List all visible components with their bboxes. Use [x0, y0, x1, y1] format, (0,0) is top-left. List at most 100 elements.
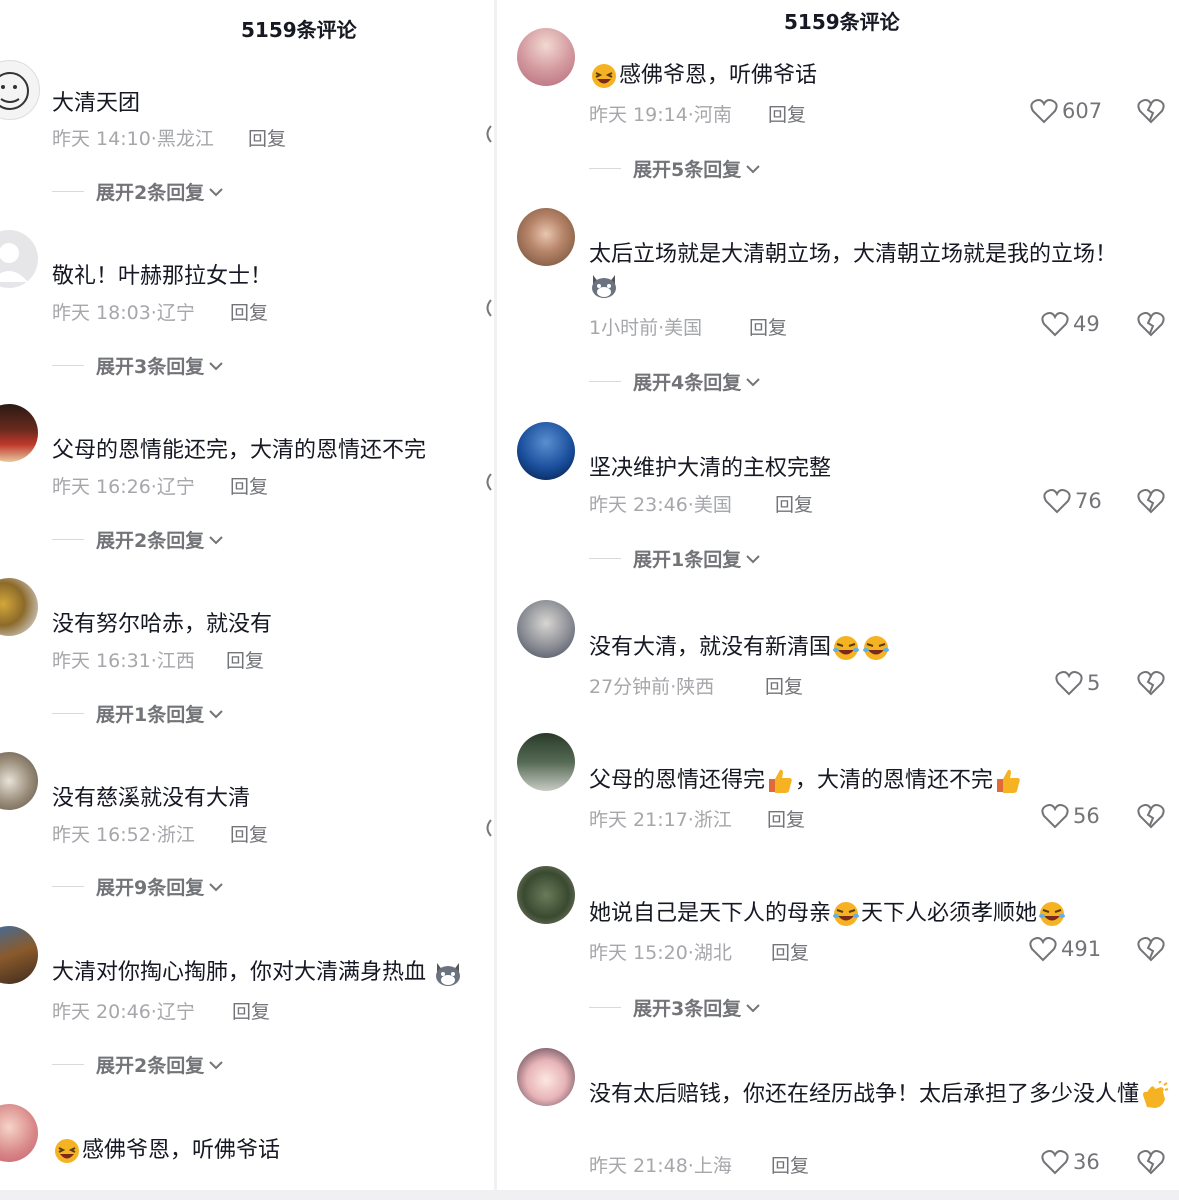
avatar[interactable] [517, 208, 575, 266]
expand-replies-button[interactable]: 展开1条回复 [589, 545, 761, 572]
comment-text: 大清天团 [52, 91, 141, 116]
husky-emoji-icon [436, 963, 461, 986]
expand-replies-button[interactable]: 展开9条回复 [52, 873, 224, 900]
rofl-emoji-icon [1039, 902, 1066, 926]
reply-button[interactable]: 回复 [230, 298, 268, 325]
comment-text: 感佛爷恩，听佛爷话 [589, 61, 817, 91]
expand-replies-button[interactable]: 展开2条回复 [52, 178, 224, 205]
reply-button[interactable]: 回复 [767, 805, 805, 832]
expand-replies-button[interactable]: 展开3条回复 [589, 994, 761, 1021]
thumbs-up-emoji-icon [997, 769, 1020, 793]
rofl-emoji-icon [833, 902, 860, 926]
like-count: 56 [1073, 804, 1100, 828]
dislike-icon[interactable] [1137, 98, 1165, 124]
chevron-down-icon [746, 164, 760, 173]
like-button[interactable]: 5 [1055, 670, 1100, 696]
comment-text: 太后立场就是大清朝立场，大清朝立场就是我的立场！ [589, 240, 1159, 300]
like-button[interactable]: 56 [1041, 803, 1100, 829]
reply-button[interactable]: 回复 [230, 820, 268, 847]
chevron-down-icon [209, 361, 223, 370]
reply-button[interactable]: 回复 [771, 1151, 809, 1178]
avatar[interactable] [517, 600, 575, 658]
like-icon-partial[interactable] [482, 124, 492, 144]
dislike-icon[interactable] [1137, 936, 1165, 962]
comment-meta: 昨天 15:20·湖北 [589, 942, 732, 964]
like-button[interactable]: 491 [1029, 936, 1101, 962]
avatar[interactable] [0, 752, 38, 810]
like-count: 491 [1061, 937, 1102, 961]
like-button[interactable]: 607 [1030, 98, 1102, 124]
like-count: 5 [1087, 671, 1101, 695]
comment-text: 大清对你掏心掏肺，你对大清满身热血 [52, 958, 463, 988]
expand-replies-button[interactable]: 展开4条回复 [589, 368, 761, 395]
like-icon-partial[interactable] [482, 818, 492, 838]
expand-replies-button[interactable]: 展开2条回复 [52, 526, 224, 553]
expand-replies-button[interactable]: 展开5条回复 [589, 155, 761, 182]
dislike-icon[interactable] [1137, 1149, 1165, 1175]
like-button[interactable]: 76 [1043, 488, 1102, 514]
chevron-down-icon [209, 882, 223, 891]
husky-emoji-icon [592, 275, 616, 298]
avatar[interactable] [517, 733, 575, 791]
like-button[interactable]: 49 [1041, 311, 1100, 337]
dislike-icon[interactable] [1137, 311, 1165, 337]
avatar[interactable] [517, 1048, 575, 1106]
reply-button[interactable]: 回复 [230, 472, 268, 499]
avatar[interactable] [517, 866, 575, 924]
like-count: 36 [1073, 1150, 1100, 1174]
reply-button[interactable]: 回复 [749, 313, 787, 340]
comment-meta: 昨天 16:52·浙江 [52, 824, 195, 846]
avatar[interactable] [0, 578, 38, 636]
like-count: 76 [1075, 489, 1102, 513]
comment-meta: 昨天 14:10·黑龙江 [52, 128, 214, 150]
like-icon-partial[interactable] [482, 298, 492, 318]
reply-button[interactable]: 回复 [771, 938, 809, 965]
comment-meta: 昨天 21:17·浙江 [589, 809, 732, 831]
comment-text: 感佛爷恩，听佛爷话 [52, 1136, 280, 1166]
laughing-emoji-icon [55, 1139, 79, 1163]
avatar[interactable] [517, 28, 575, 86]
expand-replies-button[interactable]: 展开1条回复 [52, 700, 224, 727]
comment-meta: 昨天 20:46·辽宁 [52, 1001, 195, 1023]
chevron-down-icon [209, 535, 223, 544]
thumbs-up-emoji-icon [769, 769, 792, 793]
comment-text: 没有慈溪就没有大清 [52, 786, 251, 811]
reply-button[interactable]: 回复 [248, 124, 286, 151]
reply-button[interactable]: 回复 [775, 490, 813, 517]
expand-replies-button[interactable]: 展开3条回复 [52, 352, 224, 379]
reply-button[interactable]: 回复 [768, 100, 806, 127]
chevron-down-icon [209, 1060, 223, 1069]
heart-icon [1055, 671, 1083, 696]
clapping-hands-emoji-icon [1143, 1081, 1169, 1108]
chevron-down-icon [746, 1003, 760, 1012]
dislike-icon[interactable] [1137, 488, 1165, 514]
comment-text: 没有大清，就没有新清国 [589, 633, 891, 663]
expand-replies-button[interactable]: 展开2条回复 [52, 1051, 224, 1078]
comment-meta: 昨天 21:48·上海 [589, 1155, 732, 1177]
avatar[interactable] [517, 422, 575, 480]
comment-text: 她说自己是天下人的母亲 天下人必须孝顺她 [589, 899, 1067, 929]
comment-text: 父母的恩情还得完 ，大清的恩情还不完 [589, 766, 1023, 796]
heart-icon [1041, 804, 1069, 829]
reply-button[interactable]: 回复 [232, 997, 270, 1024]
comment-text: 没有太后赔钱，你还在经历战争！太后承担了多少没人懂 [589, 1080, 1169, 1110]
comment-meta: 昨天 16:31·江西 [52, 650, 195, 672]
reply-button[interactable]: 回复 [765, 672, 803, 699]
comment-meta: 昨天 16:26·辽宁 [52, 476, 195, 498]
heart-icon [1043, 489, 1071, 514]
avatar[interactable] [0, 404, 38, 462]
avatar[interactable] [0, 926, 38, 984]
reply-button[interactable]: 回复 [226, 646, 264, 673]
heart-icon [1041, 312, 1069, 337]
rofl-emoji-icon [833, 636, 860, 660]
comment-text: 没有努尔哈赤，就没有 [52, 612, 273, 637]
like-icon-partial[interactable] [482, 472, 492, 492]
chevron-down-icon [746, 377, 760, 386]
avatar[interactable] [0, 230, 38, 288]
dislike-icon[interactable] [1137, 803, 1165, 829]
avatar[interactable] [0, 60, 40, 120]
like-button[interactable]: 36 [1041, 1149, 1100, 1175]
avatar[interactable] [0, 1104, 38, 1162]
comment-meta: 27分钟前·陕西 [589, 676, 715, 698]
dislike-icon[interactable] [1137, 670, 1165, 696]
